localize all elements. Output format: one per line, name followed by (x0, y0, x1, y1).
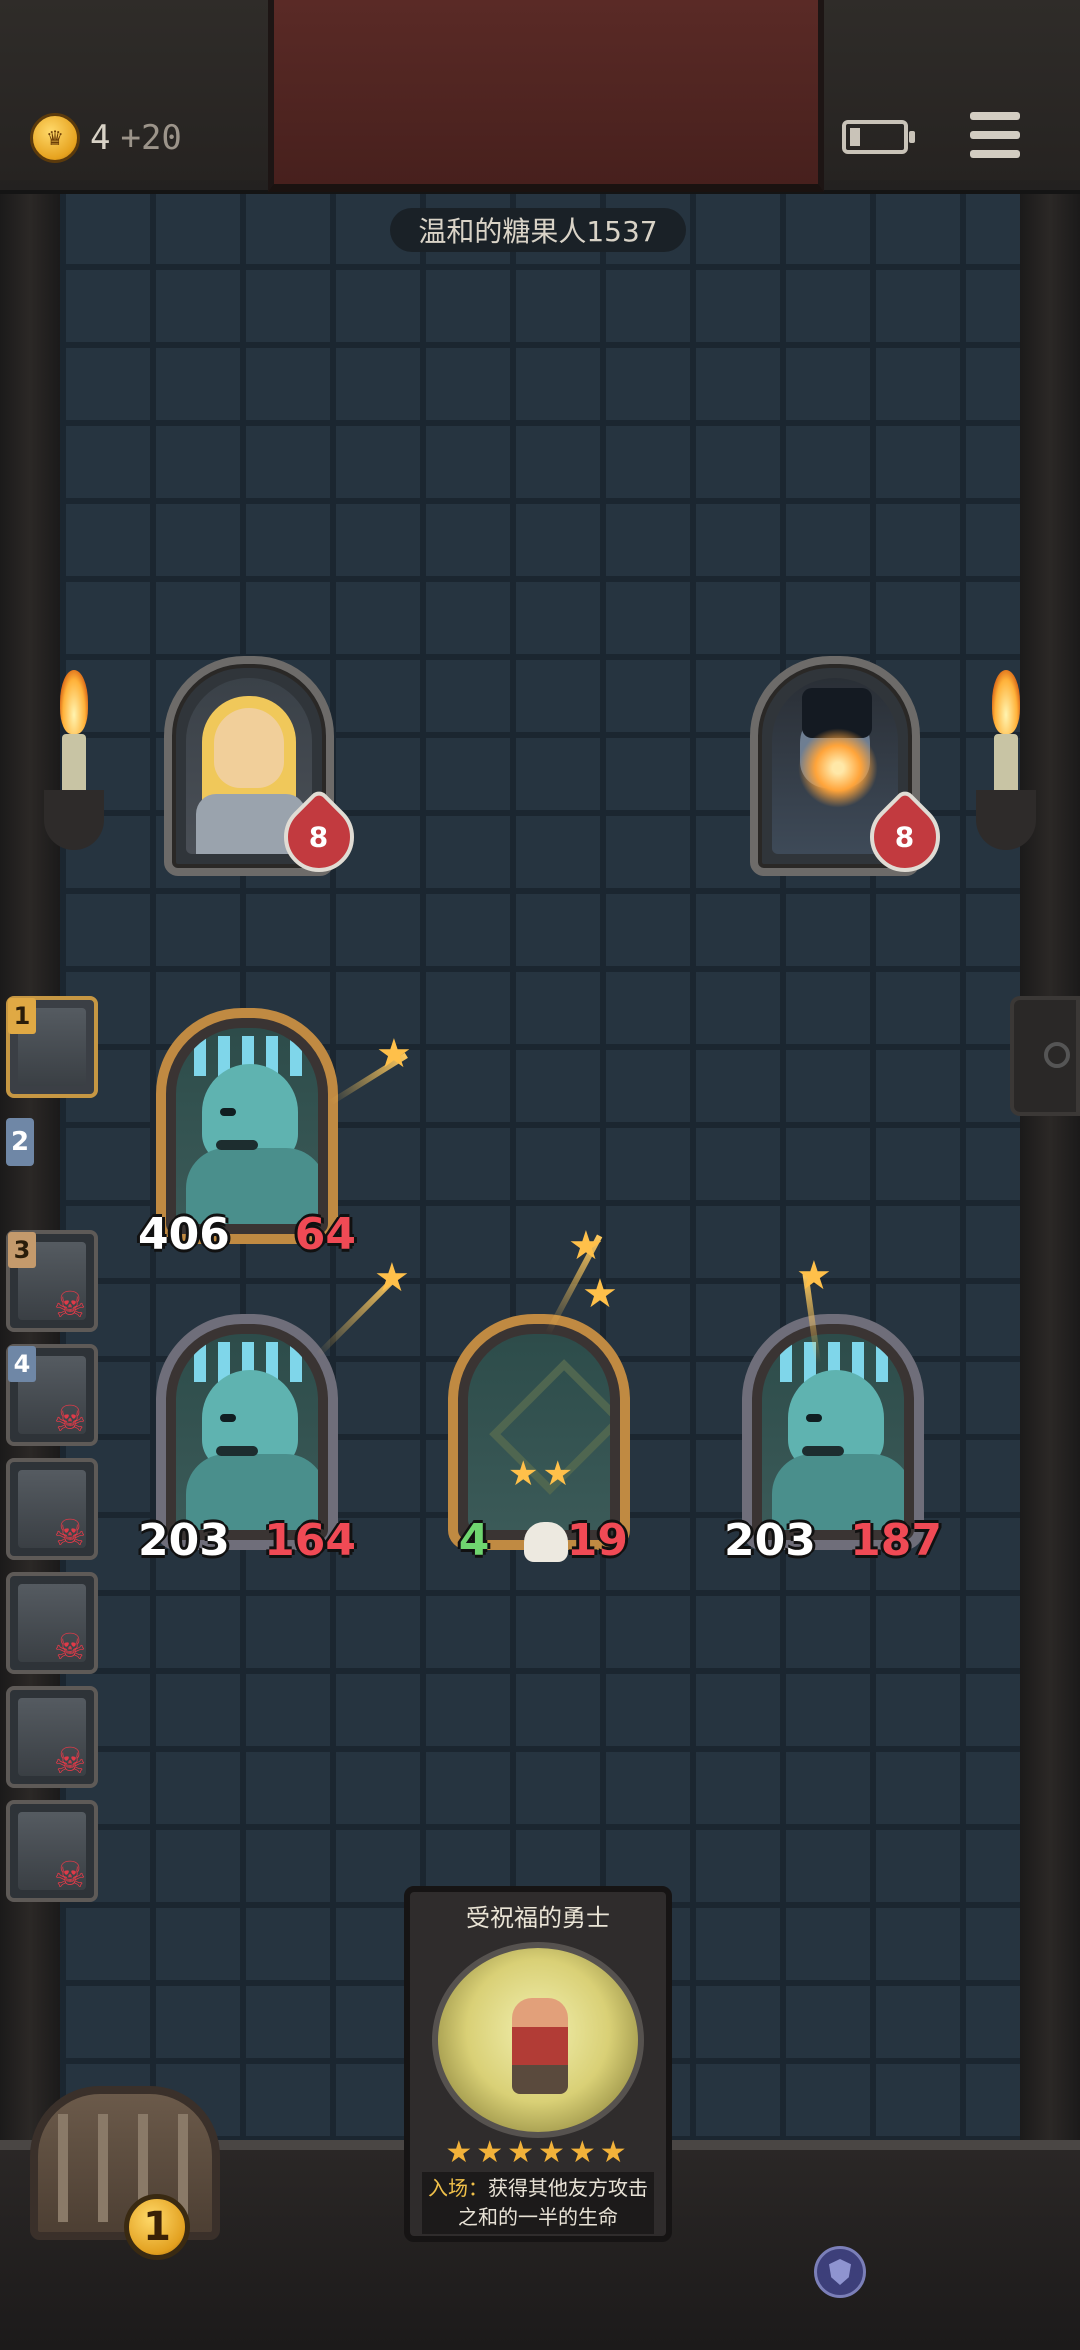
minion-attack: 4 (444, 1510, 504, 1570)
card-art-warrior (432, 1942, 644, 2138)
star-spark-icon: ★ (582, 1271, 618, 1317)
right-wall-pillar (1020, 186, 1080, 2236)
opponent-tile-eliminated[interactable]: ☠ (6, 1458, 98, 1560)
opponent-name-label: 温和的糖果人1537 (390, 208, 686, 252)
minion-health: 187 (850, 1514, 942, 1566)
gold-income: +20 (120, 118, 182, 158)
chest-count-badge: 1 (124, 2194, 190, 2260)
tier-badge: 4 (8, 1346, 36, 1382)
opponent-tile-eliminated[interactable]: ☠ (6, 1686, 98, 1788)
side-drawer-handle[interactable] (1010, 996, 1080, 1116)
skull-icon: ☠ (53, 1855, 87, 1896)
opponent-tile-eliminated[interactable]: 3 ☠ (6, 1230, 98, 1332)
skull-icon: ☠ (53, 1513, 87, 1554)
minion-right[interactable]: 203 187 (724, 1314, 942, 1566)
opponent-tile-eliminated[interactable]: 4 ☠ (6, 1344, 98, 1446)
card-name: 受祝福的勇士 (466, 1904, 610, 1932)
opponent-health-value: 8 (895, 820, 915, 854)
opponent-tile-eliminated[interactable]: ☠ (6, 1572, 98, 1674)
player-hero-portrait[interactable]: 8 (164, 656, 369, 887)
gold-amount: 4 (90, 118, 111, 158)
gold-display: ♛ 4 +20 (30, 112, 182, 164)
top-curtain (268, 0, 824, 192)
skull-icon: ☠ (53, 1399, 87, 1440)
tier-badge: 2 (6, 1118, 34, 1166)
card-star-rating: ★★★★★★ (445, 2135, 631, 2170)
star-spark-icon: ★ (376, 1031, 412, 1077)
opponent-tile-current[interactable]: 1 (6, 996, 98, 1098)
torch-right (976, 660, 1036, 890)
minion-health: 19 (566, 1514, 628, 1566)
minion-health: 164 (264, 1514, 356, 1566)
skull-icon: ☠ (53, 1741, 87, 1782)
minion-attack: 406 (138, 1208, 230, 1260)
minion-health: 64 (294, 1208, 356, 1260)
minion-attack: 203 (138, 1514, 230, 1566)
tier-badge: 1 (8, 998, 36, 1034)
opponent-tile-eliminated[interactable]: ☠ (6, 1800, 98, 1902)
shield-icon[interactable] (814, 2246, 866, 2298)
minion-center-totem[interactable]: ★★ 4 19 (448, 1314, 630, 1566)
hand-card[interactable]: 受祝福的勇士 ★★★★★★ 入场：获得其他友方攻击之和的一半的生命 (404, 1886, 672, 2242)
skull-icon: ☠ (53, 1627, 87, 1668)
minion-attack: 203 (724, 1514, 816, 1566)
star-spark-icon: ★ (796, 1253, 832, 1299)
opponent-hero-portrait[interactable]: 8 (750, 656, 955, 887)
top-bar: ♛ 4 +20 (0, 0, 1080, 194)
crown-coin-icon: ♛ (30, 113, 80, 163)
player-health-value: 8 (309, 820, 329, 854)
battery-icon (842, 120, 915, 154)
tier-badge: 3 (8, 1232, 36, 1268)
star-spark-icon: ★ (374, 1255, 410, 1301)
star-spark-icon: ★ (568, 1223, 604, 1269)
opponent-list-sidebar: 1 2 3 ☠ 4 ☠ ☠ ☠ ☠ ☠ (0, 996, 108, 1916)
skull-icon: ☠ (53, 1285, 87, 1326)
card-description: 入场：获得其他友方攻击之和的一半的生命 (422, 2172, 654, 2234)
minion-front[interactable]: 406 64 (138, 1008, 356, 1260)
card-keyword: 入场： (428, 2176, 488, 2200)
minion-left[interactable]: 203 164 (138, 1314, 356, 1566)
torch-left (44, 660, 104, 890)
menu-icon[interactable] (970, 112, 1020, 158)
